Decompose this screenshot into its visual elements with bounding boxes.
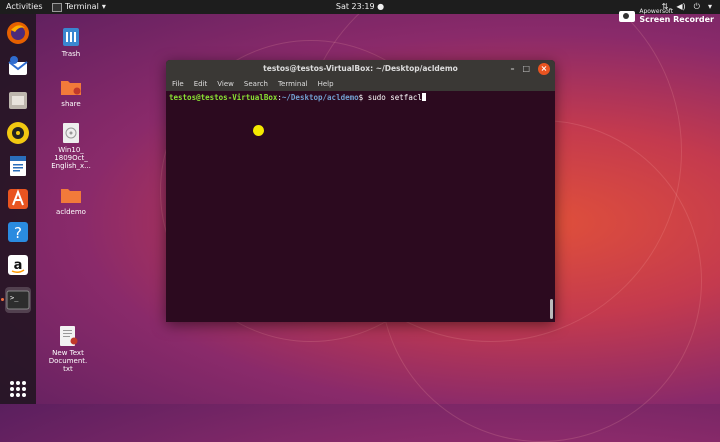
help-icon[interactable]: ?	[5, 219, 31, 245]
prompt-user: testos@testos-VirtualBox	[169, 93, 278, 102]
desktop-icon-acldemo[interactable]: acldemo	[46, 184, 96, 216]
command-input[interactable]: sudo setfacl	[368, 93, 422, 102]
desktop-icon-label: Win10_ 1809Oct_ English_x...	[51, 146, 91, 170]
folder-icon	[60, 184, 82, 206]
menu-help[interactable]: Help	[318, 78, 334, 91]
window-title: testos@testos-VirtualBox: ~/Desktop/acld…	[263, 64, 458, 73]
trash-icon	[60, 26, 82, 48]
apps-grid-icon[interactable]	[5, 376, 31, 402]
menu-search[interactable]: Search	[244, 78, 268, 91]
camera-icon	[619, 10, 636, 22]
dock: ? a >_	[0, 14, 36, 404]
text-file-icon	[57, 325, 79, 347]
svg-text:>_: >_	[10, 294, 19, 302]
menu-view[interactable]: View	[217, 78, 234, 91]
menu-file[interactable]: File	[172, 78, 184, 91]
desktop-icon-trash[interactable]: Trash	[46, 26, 96, 58]
firefox-icon[interactable]	[5, 20, 31, 46]
recorder-watermark: Apowersoft Screen Recorder	[619, 8, 714, 24]
desktop-icon-textfile[interactable]: New Text Document. txt	[43, 325, 93, 373]
prompt-path: ~/Desktop/acldemo	[281, 93, 359, 102]
files-icon[interactable]	[5, 87, 31, 113]
recorder-brand: Apowersoft	[639, 8, 674, 15]
terminal-menubar: File Edit View Search Terminal Help	[166, 78, 555, 91]
terminal-window[interactable]: testos@testos-VirtualBox: ~/Desktop/acld…	[166, 60, 555, 322]
close-button[interactable]: ×	[538, 63, 550, 75]
desktop-icon-label: New Text Document. txt	[48, 349, 88, 373]
running-indicator	[1, 298, 4, 301]
maximize-button[interactable]: □	[522, 63, 530, 75]
terminal-icon[interactable]: >_	[5, 287, 31, 313]
desktop-icon-share[interactable]: share	[46, 76, 96, 108]
desktop-icon-iso[interactable]: Win10_ 1809Oct_ English_x...	[46, 122, 96, 170]
svg-text:?: ?	[14, 224, 22, 242]
desktop-icon-label: acldemo	[56, 208, 86, 216]
writer-icon[interactable]	[5, 153, 31, 179]
clock[interactable]: Sat 23:19 ●	[0, 0, 720, 14]
folder-icon	[60, 76, 82, 98]
terminal-output[interactable]: testos@testos-VirtualBox:~/Desktop/aclde…	[166, 91, 555, 105]
desktop-icon-label: share	[61, 100, 81, 108]
minimize-button[interactable]: –	[510, 63, 514, 75]
rhythmbox-icon[interactable]	[5, 120, 31, 146]
disc-image-icon	[60, 122, 82, 144]
desktop-icon-label: Trash	[61, 50, 81, 58]
scrollbar[interactable]	[550, 299, 553, 319]
amazon-icon[interactable]: a	[5, 252, 31, 278]
terminal-titlebar[interactable]: testos@testos-VirtualBox: ~/Desktop/acld…	[166, 60, 555, 78]
menu-edit[interactable]: Edit	[194, 78, 208, 91]
recorder-name: Screen Recorder	[639, 15, 714, 24]
text-cursor	[421, 93, 426, 101]
software-center-icon[interactable]	[5, 186, 31, 212]
mouse-cursor-highlight	[253, 125, 264, 136]
prompt-dollar: $	[358, 93, 368, 102]
top-bar: Activities Terminal ▾ Sat 23:19 ● ⇅ ◀) ⏻…	[0, 0, 720, 14]
menu-terminal[interactable]: Terminal	[278, 78, 308, 91]
thunderbird-icon[interactable]	[5, 54, 31, 80]
